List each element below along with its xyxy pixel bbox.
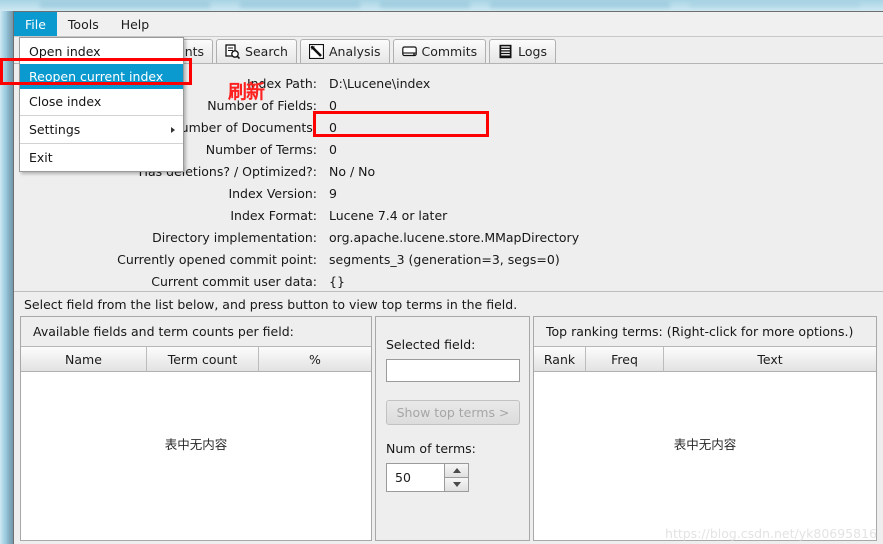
tab-label: Commits (421, 44, 478, 59)
column-header-term-count[interactable]: Term count (147, 347, 259, 372)
menu-item-open-index[interactable]: Open index (20, 39, 183, 64)
menu-file[interactable]: File (14, 12, 57, 36)
column-header-percent[interactable]: % (259, 347, 371, 372)
available-fields-title: Available fields and term counts per fie… (21, 317, 371, 346)
bottom-panels: Available fields and term counts per fie… (14, 316, 883, 541)
column-header-rank[interactable]: Rank (534, 347, 586, 372)
column-header-name[interactable]: Name (21, 347, 147, 372)
spinner-up-button[interactable] (444, 463, 469, 477)
menu-tools[interactable]: Tools (57, 12, 110, 36)
selected-field-panel: Selected field: Show top terms > Num of … (375, 316, 530, 541)
terms-empty-message: 表中无内容 (673, 436, 737, 452)
hint-bar: Select field from the list below, and pr… (14, 292, 883, 316)
spinner-down-button[interactable] (444, 477, 469, 492)
num-of-terms-label: Num of terms: (386, 441, 476, 456)
info-value-directory-implementation: org.apache.lucene.store.MMapDirectory (329, 229, 580, 245)
menu-separator (20, 115, 183, 116)
column-header-freq[interactable]: Freq (586, 347, 664, 372)
tab-analysis[interactable]: Analysis (299, 39, 390, 63)
top-ranking-terms-panel: Top ranking terms: (Right-click for more… (533, 316, 877, 541)
info-value-number-of-fields: 0 (329, 97, 337, 113)
tab-logs[interactable]: Logs (489, 39, 556, 63)
info-value-index-version: 9 (329, 185, 337, 201)
info-value-number-of-terms: 0 (329, 141, 337, 157)
top-ranking-terms-title: Top ranking terms: (Right-click for more… (534, 317, 876, 346)
luke-main-window: File Tools Help Open index Reopen curren… (13, 11, 883, 544)
num-of-terms-spinner[interactable]: 50 (386, 463, 469, 492)
info-value-index-path: D:\Lucene\index (329, 75, 431, 91)
info-label: Index Version: (228, 185, 317, 201)
triangle-down-icon (452, 482, 461, 487)
fields-table-header: Name Term count % (21, 346, 371, 372)
info-value-commit-point: segments_3 (generation=3, segs=0) (329, 251, 560, 267)
annotation-chinese-refresh: 刷新 (228, 81, 265, 103)
menu-item-label: Open index (29, 44, 101, 59)
available-fields-panel: Available fields and term counts per fie… (20, 316, 372, 541)
chevron-right-icon (171, 126, 175, 133)
info-label: Index Format: (230, 207, 317, 223)
triangle-up-icon (452, 468, 461, 473)
selected-field-input[interactable] (386, 359, 520, 382)
info-value-commit-user-data: {} (329, 273, 345, 289)
selected-field-label: Selected field: (386, 337, 476, 352)
info-row: Index Version: 9 (14, 182, 883, 204)
info-value-index-format: Lucene 7.4 or later (329, 207, 448, 223)
tab-label: Analysis (328, 44, 381, 59)
menu-item-reopen-current-index[interactable]: Reopen current index (20, 64, 183, 89)
commits-icon (401, 44, 417, 59)
column-header-text[interactable]: Text (664, 347, 876, 372)
menu-item-settings[interactable]: Settings (20, 117, 183, 142)
menu-bar: File Tools Help Open index Reopen curren… (14, 12, 883, 172)
file-menu-popup: Open index Reopen current index Close in… (19, 37, 184, 172)
menu-item-label: Close index (29, 94, 102, 109)
menu-item-label: Exit (29, 150, 53, 165)
num-of-terms-value[interactable]: 50 (386, 463, 444, 492)
tab-label: Search (245, 44, 288, 59)
menu-item-exit[interactable]: Exit (20, 145, 183, 170)
info-row: Directory implementation: org.apache.luc… (14, 226, 883, 248)
show-top-terms-button[interactable]: Show top terms > (386, 400, 520, 425)
terms-table-body[interactable]: 表中无内容 (534, 372, 876, 540)
tab-search[interactable]: Search (216, 39, 297, 63)
fields-empty-message: 表中无内容 (164, 436, 228, 452)
analysis-icon (308, 43, 325, 60)
tab-commits[interactable]: Commits (392, 39, 487, 63)
info-row: Currently opened commit point: segments_… (14, 248, 883, 270)
info-label: Directory implementation: (152, 229, 317, 245)
info-row: Index Format: Lucene 7.4 or later (14, 204, 883, 226)
hint-text: Select field from the list below, and pr… (24, 296, 518, 312)
menu-item-close-index[interactable]: Close index (20, 89, 183, 114)
info-row: Current commit user data: {} (14, 270, 883, 292)
menu-item-label: Reopen current index (29, 69, 164, 84)
desktop-backdrop-left (0, 11, 13, 544)
tab-label: Logs (518, 44, 547, 59)
info-value-number-of-documents: 0 (329, 119, 337, 135)
terms-table-header: Rank Freq Text (534, 346, 876, 372)
info-label: Currently opened commit point: (117, 251, 317, 267)
info-label: Current commit user data: (151, 273, 317, 289)
fields-table-body[interactable]: 表中无内容 (21, 372, 371, 540)
logs-icon (498, 44, 513, 59)
info-value-has-deletions: No / No (329, 163, 376, 179)
search-icon (225, 44, 241, 60)
menu-help[interactable]: Help (110, 12, 161, 36)
menu-item-label: Settings (29, 122, 81, 137)
menu-separator (20, 143, 183, 144)
desktop-backdrop-top (0, 0, 883, 11)
